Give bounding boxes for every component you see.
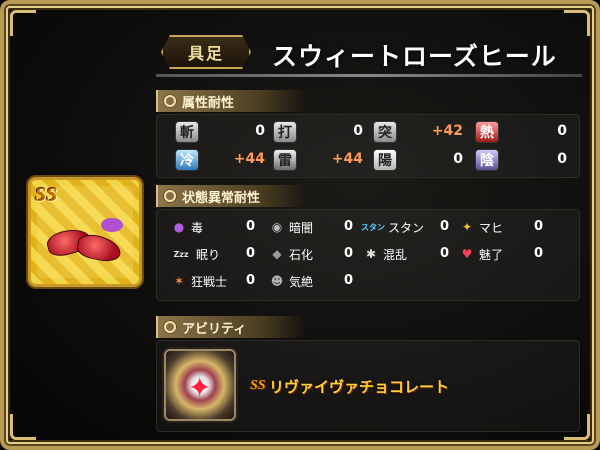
star-emblem-icon: ✦ [188, 371, 212, 404]
ice-icon: 冷 [175, 149, 199, 171]
status-resistance-panel: ● 毒 0 ◉ 暗闇 0 スタン スタン 0 ✦ マヒ 0 Zzz 眠り 0 ◆ 石化 0 ✱ 混乱 0 ♥ 魅了 0 ✶ 狂戦士… [156, 209, 580, 301]
status-label: 魅了 [479, 248, 504, 262]
status-resist-item: ☻ 気絶 0 [267, 270, 353, 292]
elemental-resist-ice: 冷 +44 [175, 149, 265, 171]
petrify-icon: ◆ [272, 247, 282, 261]
resist-value: 0 [255, 123, 265, 139]
resist-value: 0 [343, 246, 353, 261]
status-label: 石化 [289, 248, 314, 262]
resist-value: 0 [245, 219, 255, 234]
status-label: 毒 [191, 221, 204, 235]
thunder-icon: 雷 [273, 149, 297, 171]
ability-icon[interactable]: ✦ [164, 349, 236, 421]
status-resist-item: ✶ 狂戦士 0 [169, 270, 255, 292]
dark-icon: 陰 [475, 149, 499, 171]
resist-value: 0 [353, 123, 363, 139]
status-label: 暗闇 [289, 221, 314, 235]
resist-value: 0 [533, 219, 543, 234]
resist-value: 0 [439, 219, 449, 234]
berserk-icon: ✶ [173, 274, 185, 288]
resist-value: 0 [557, 123, 567, 139]
equipment-icon: SS [28, 177, 142, 287]
status-resist-item: Zzz 眠り 0 [169, 243, 255, 265]
elemental-resist-dark: 陰0 [475, 149, 567, 171]
frame-corner [564, 10, 590, 36]
title-divider [156, 74, 582, 77]
resist-value: 0 [245, 273, 255, 288]
resist-value: 0 [245, 246, 255, 261]
rarity-badge: SS [35, 184, 58, 206]
elemental-resistance-panel: 斬 0 打 0 突 +42 熱 0 冷 +44 雷 +44 陽 0 陰 0 [156, 114, 580, 178]
gear-icon [164, 190, 176, 202]
status-resist-item: ✦ マヒ 0 [457, 216, 543, 238]
status-resist-item: ✱ 混乱 0 [361, 243, 449, 265]
elemental-resistance-header: 属性耐性 [156, 90, 306, 112]
section-title: 属性耐性 [182, 95, 235, 111]
slash-icon: 斬 [175, 121, 199, 143]
status-label: マヒ [479, 221, 504, 235]
frame-corner [10, 414, 36, 440]
resist-value: +44 [331, 151, 363, 167]
status-label: 気絶 [289, 275, 314, 289]
status-label: 混乱 [383, 248, 408, 262]
elemental-resist-slash: 斬0 [175, 121, 265, 143]
confusion-icon: ✱ [365, 247, 377, 261]
status-label: スタン [388, 221, 425, 235]
sleep-icon: Zzz [173, 249, 189, 259]
status-label: 狂戦士 [191, 275, 228, 289]
light-icon: 陽 [373, 149, 397, 171]
elemental-resist-blunt: 打0 [273, 121, 363, 143]
stun-icon: スタン [361, 222, 385, 232]
status-label: 眠り [196, 248, 221, 262]
gear-icon [164, 95, 176, 107]
status-resist-item: ◉ 暗闇 0 [267, 216, 353, 238]
section-title: アビリティ [182, 321, 247, 337]
darkness-icon: ◉ [271, 220, 283, 234]
blunt-icon: 打 [273, 121, 297, 143]
section-title: 状態異常耐性 [182, 190, 261, 206]
faint-icon: ☻ [270, 274, 284, 288]
ability-header: アビリティ [156, 316, 306, 338]
resist-value: 0 [343, 273, 353, 288]
resist-value: 0 [557, 151, 567, 167]
status-resist-item: スタン スタン 0 [361, 216, 449, 238]
paralysis-icon: ✦ [461, 220, 473, 234]
status-resistance-header: 状態異常耐性 [156, 185, 306, 207]
status-resist-item: ♥ 魅了 0 [457, 243, 543, 265]
frame-corner [10, 10, 36, 36]
ribbon-icon [101, 218, 123, 232]
resist-value: 0 [343, 219, 353, 234]
elemental-resist-fire: 熱0 [475, 121, 567, 143]
gear-icon [164, 321, 176, 333]
resist-value: 0 [439, 246, 449, 261]
resist-value: 0 [453, 151, 463, 167]
charm-icon: ♥ [461, 247, 473, 261]
equipment-name: スウィートローズヒール [272, 42, 557, 71]
resist-value: +42 [431, 123, 463, 139]
poison-icon: ● [173, 220, 185, 234]
ability-rarity-badge: SS [250, 378, 266, 393]
elemental-resist-thunder: 雷 +44 [273, 149, 363, 171]
equipment-detail-window: SS 具足 スウィートローズヒール 属性耐性 斬 0 打 0 突 +42 熱 0 冷 +44 雷 +4… [0, 0, 600, 450]
elemental-resist-light: 陽0 [373, 149, 463, 171]
ability-name[interactable]: リヴァイヴァチョコレート [269, 376, 449, 397]
equipment-type-badge: 具足 [161, 35, 251, 69]
status-resist-item: ◆ 石化 0 [267, 243, 353, 265]
resist-value: +44 [233, 151, 265, 167]
elemental-resist-pierce: 突 +42 [373, 121, 463, 143]
pierce-icon: 突 [373, 121, 397, 143]
status-resist-item: ● 毒 0 [169, 216, 255, 238]
resist-value: 0 [533, 246, 543, 261]
fire-icon: 熱 [475, 121, 499, 143]
